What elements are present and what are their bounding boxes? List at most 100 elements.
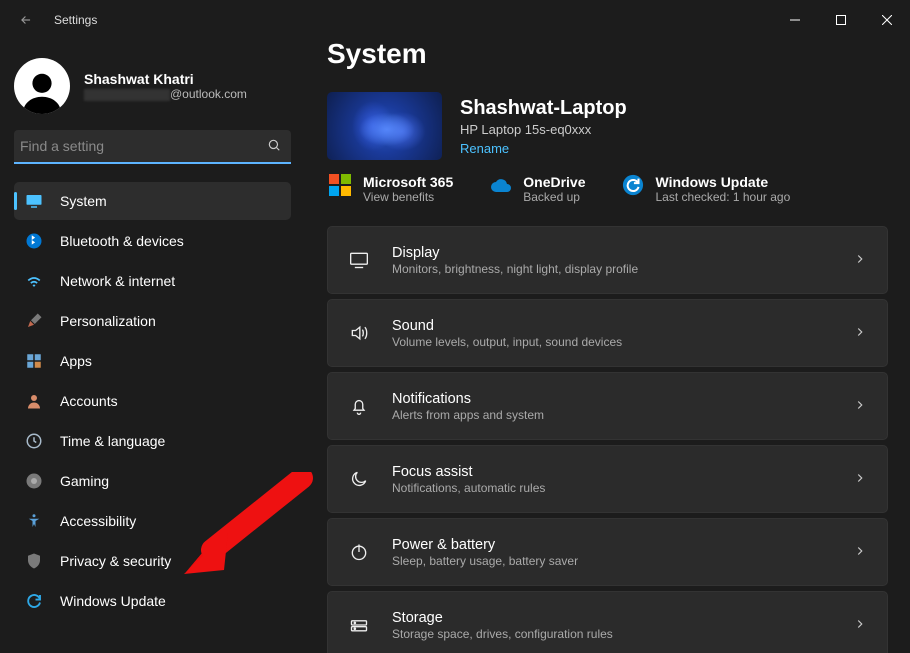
wifi-icon bbox=[24, 271, 44, 291]
sidebar-item-accessibility[interactable]: Accessibility bbox=[14, 502, 291, 540]
avatar bbox=[14, 58, 70, 114]
card-sub: Alerts from apps and system bbox=[392, 408, 544, 422]
card-storage[interactable]: Storage Storage space, drives, configura… bbox=[327, 591, 888, 653]
cloud-row: Microsoft 365 View benefits OneDrive Bac… bbox=[327, 174, 888, 204]
sidebar-item-gaming[interactable]: Gaming bbox=[14, 462, 291, 500]
card-sub: Storage space, drives, configuration rul… bbox=[392, 627, 613, 641]
onedrive-icon bbox=[489, 174, 513, 198]
power-icon bbox=[348, 541, 370, 563]
rename-link[interactable]: Rename bbox=[460, 141, 509, 156]
sidebar-item-label: Network & internet bbox=[60, 273, 175, 289]
sidebar-item-label: Time & language bbox=[60, 433, 165, 449]
sound-icon bbox=[348, 322, 370, 344]
card-power[interactable]: Power & battery Sleep, battery usage, ba… bbox=[327, 518, 888, 586]
chevron-right-icon bbox=[853, 398, 867, 415]
device-row: Shashwat-Laptop HP Laptop 15s-eq0xxx Ren… bbox=[327, 92, 888, 160]
update-icon bbox=[24, 591, 44, 611]
cloud-m365[interactable]: Microsoft 365 View benefits bbox=[329, 174, 453, 204]
card-title: Notifications bbox=[392, 391, 544, 407]
title-bar: Settings bbox=[0, 0, 910, 40]
minimize-button[interactable] bbox=[772, 4, 818, 36]
sidebar-item-update[interactable]: Windows Update bbox=[14, 582, 291, 620]
sidebar-item-bluetooth[interactable]: Bluetooth & devices bbox=[14, 222, 291, 260]
m365-icon bbox=[329, 174, 353, 198]
profile-block[interactable]: Shashwat Khatri @outlook.com bbox=[14, 58, 291, 114]
sidebar-item-label: Personalization bbox=[60, 313, 156, 329]
chevron-right-icon bbox=[853, 471, 867, 488]
gaming-icon bbox=[24, 471, 44, 491]
storage-icon bbox=[348, 614, 370, 636]
card-sub: Volume levels, output, input, sound devi… bbox=[392, 335, 622, 349]
device-image bbox=[327, 92, 442, 160]
card-sub: Monitors, brightness, night light, displ… bbox=[392, 262, 638, 276]
accessibility-icon bbox=[24, 511, 44, 531]
card-sub: Notifications, automatic rules bbox=[392, 481, 545, 495]
cloud-update[interactable]: Windows Update Last checked: 1 hour ago bbox=[622, 174, 791, 204]
back-button[interactable] bbox=[14, 8, 38, 32]
bluetooth-icon bbox=[24, 231, 44, 251]
chevron-right-icon bbox=[853, 617, 867, 634]
sidebar-item-label: Accounts bbox=[60, 393, 118, 409]
clock-icon bbox=[24, 431, 44, 451]
sidebar-item-label: Windows Update bbox=[60, 593, 166, 609]
sidebar-item-system[interactable]: System bbox=[14, 182, 291, 220]
display-icon bbox=[24, 191, 44, 211]
sidebar-item-label: Accessibility bbox=[60, 513, 136, 529]
settings-cards: Display Monitors, brightness, night ligh… bbox=[327, 226, 888, 653]
search-input[interactable] bbox=[14, 130, 291, 164]
sidebar-item-label: Bluetooth & devices bbox=[60, 233, 184, 249]
cloud-sub: Backed up bbox=[523, 190, 585, 204]
cloud-title: Microsoft 365 bbox=[363, 174, 453, 190]
device-name: Shashwat-Laptop bbox=[460, 97, 627, 120]
sidebar: Shashwat Khatri @outlook.com System bbox=[0, 40, 305, 653]
device-model: HP Laptop 15s-eq0xxx bbox=[460, 122, 627, 137]
cloud-sub: Last checked: 1 hour ago bbox=[656, 190, 791, 204]
display-icon bbox=[348, 249, 370, 271]
chevron-right-icon bbox=[853, 325, 867, 342]
person-icon bbox=[24, 391, 44, 411]
apps-icon bbox=[24, 351, 44, 371]
sidebar-item-label: System bbox=[60, 193, 107, 209]
main-content: System Shashwat-Laptop HP Laptop 15s-eq0… bbox=[305, 40, 910, 653]
search-wrapper bbox=[14, 130, 291, 164]
sidebar-item-label: Gaming bbox=[60, 473, 109, 489]
email-redacted bbox=[84, 89, 170, 101]
nav-list: System Bluetooth & devices Network & int… bbox=[14, 182, 291, 620]
card-notifications[interactable]: Notifications Alerts from apps and syste… bbox=[327, 372, 888, 440]
cloud-title: Windows Update bbox=[656, 174, 791, 190]
maximize-button[interactable] bbox=[818, 4, 864, 36]
paintbrush-icon bbox=[24, 311, 44, 331]
sidebar-item-privacy[interactable]: Privacy & security bbox=[14, 542, 291, 580]
card-title: Sound bbox=[392, 318, 622, 334]
profile-name: Shashwat Khatri bbox=[84, 71, 247, 87]
chevron-right-icon bbox=[853, 252, 867, 269]
bell-icon bbox=[348, 395, 370, 417]
chevron-right-icon bbox=[853, 544, 867, 561]
page-title: System bbox=[327, 40, 888, 70]
card-sound[interactable]: Sound Volume levels, output, input, soun… bbox=[327, 299, 888, 367]
card-focus[interactable]: Focus assist Notifications, automatic ru… bbox=[327, 445, 888, 513]
search-icon bbox=[267, 138, 281, 155]
card-title: Display bbox=[392, 245, 638, 261]
card-display[interactable]: Display Monitors, brightness, night ligh… bbox=[327, 226, 888, 294]
moon-icon bbox=[348, 468, 370, 490]
cloud-onedrive[interactable]: OneDrive Backed up bbox=[489, 174, 585, 204]
card-title: Power & battery bbox=[392, 537, 578, 553]
shield-icon bbox=[24, 551, 44, 571]
cloud-title: OneDrive bbox=[523, 174, 585, 190]
card-sub: Sleep, battery usage, battery saver bbox=[392, 554, 578, 568]
sidebar-item-time[interactable]: Time & language bbox=[14, 422, 291, 460]
close-button[interactable] bbox=[864, 4, 910, 36]
card-title: Focus assist bbox=[392, 464, 545, 480]
update-badge-icon bbox=[622, 174, 646, 198]
sidebar-item-network[interactable]: Network & internet bbox=[14, 262, 291, 300]
sidebar-item-apps[interactable]: Apps bbox=[14, 342, 291, 380]
sidebar-item-label: Privacy & security bbox=[60, 553, 171, 569]
sidebar-item-accounts[interactable]: Accounts bbox=[14, 382, 291, 420]
app-title: Settings bbox=[54, 13, 97, 27]
sidebar-item-label: Apps bbox=[60, 353, 92, 369]
cloud-sub: View benefits bbox=[363, 190, 453, 204]
profile-email: @outlook.com bbox=[84, 87, 247, 101]
window-controls bbox=[772, 4, 910, 36]
sidebar-item-personalization[interactable]: Personalization bbox=[14, 302, 291, 340]
